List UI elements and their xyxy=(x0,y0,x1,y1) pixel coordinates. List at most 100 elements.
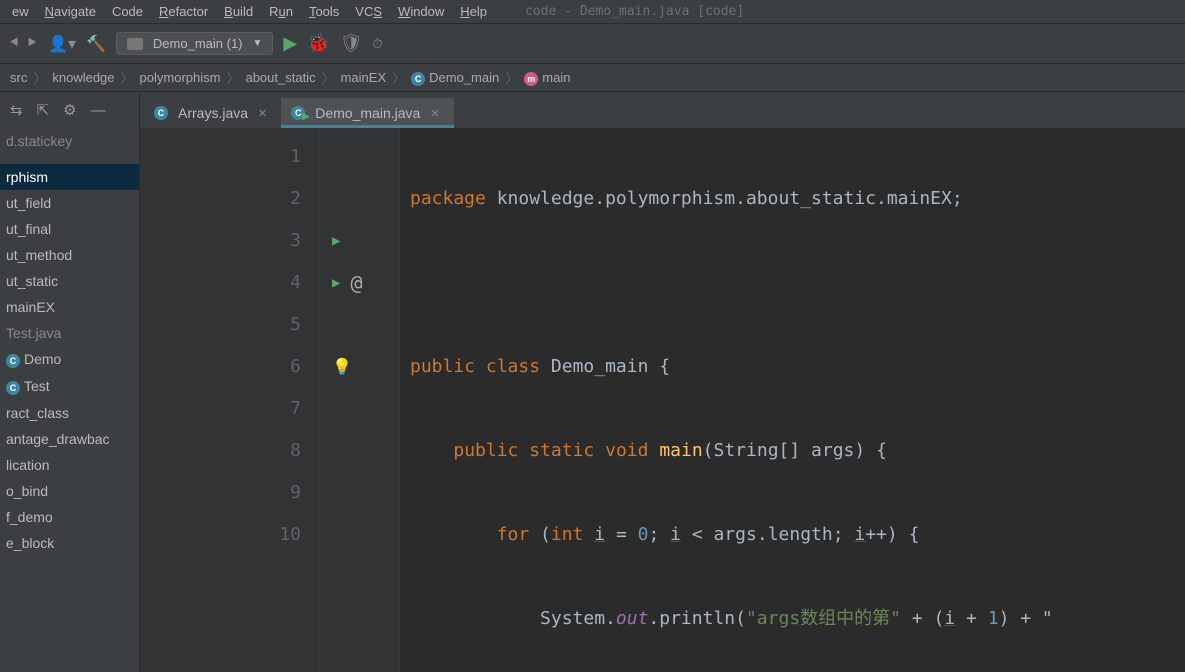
build-icon[interactable]: 🔨 xyxy=(86,34,106,54)
tree-node[interactable]: rphism xyxy=(0,164,139,190)
menu-help[interactable]: Help xyxy=(452,2,495,21)
tree-node[interactable]: ract_class xyxy=(0,400,139,426)
gutter-markers: ▶ ▶@ 💡 xyxy=(320,128,400,672)
tree-node-label: antage_drawbac xyxy=(6,431,110,447)
tree-node[interactable]: lication xyxy=(0,452,139,478)
crumb-knowledge[interactable]: knowledge xyxy=(48,70,118,85)
tree-node-label: ut_static xyxy=(6,273,58,289)
crumb-mainex[interactable]: mainEX xyxy=(337,70,391,85)
crumb-src[interactable]: src xyxy=(6,70,31,85)
menu-vcs[interactable]: VCS xyxy=(347,2,390,21)
tree-node-label: ut_field xyxy=(6,195,51,211)
run-line-icon[interactable]: ▶ xyxy=(332,220,340,262)
main-area: ⇆ ⇱ ⚙ — d.statickey rphism ut_field ut_fin… xyxy=(0,92,1185,672)
tree-node-label: ut_final xyxy=(6,221,51,237)
tree-node[interactable]: ut_field xyxy=(0,190,139,216)
tab-label: Arrays.java xyxy=(178,105,248,121)
tab-label: Demo_main.java xyxy=(315,105,420,121)
editor-tabs: C Arrays.java ✕ ▶C Demo_main.java ✕ xyxy=(140,92,1185,128)
tree-node-label: Test.java xyxy=(6,325,61,341)
code-content[interactable]: package knowledge.polymorphism.about_sta… xyxy=(400,128,1053,672)
tree-node-label: f_demo xyxy=(6,509,53,525)
line-number[interactable]: 4 xyxy=(140,262,301,304)
close-icon[interactable]: ✕ xyxy=(430,107,439,120)
tree-node-label: e_block xyxy=(6,535,54,551)
override-icon[interactable]: @ xyxy=(350,262,362,304)
crumb-method[interactable]: mmain xyxy=(520,70,574,86)
menu-build[interactable]: Build xyxy=(216,2,261,21)
class-icon: C xyxy=(6,354,20,368)
menu-navigate[interactable]: Navigate xyxy=(37,2,104,21)
menu-view[interactable]: ew xyxy=(4,2,37,21)
code-editor[interactable]: 1 2 3 4 5 6 7 8 9 10 ▶ ▶@ 💡 package kno xyxy=(140,128,1185,672)
method-icon: m xyxy=(524,72,538,86)
editor-area: C Arrays.java ✕ ▶C Demo_main.java ✕ 1 2 … xyxy=(140,92,1185,672)
class-icon: C xyxy=(6,381,20,395)
tree-node[interactable]: mainEX xyxy=(0,294,139,320)
collapse-icon[interactable]: ⇱ xyxy=(37,101,50,119)
tree-node[interactable]: ut_static xyxy=(0,268,139,294)
tree-node[interactable]: d.statickey xyxy=(0,128,139,154)
line-number[interactable]: 8 xyxy=(140,430,301,472)
tree-node-label: ract_class xyxy=(6,405,69,421)
tree-node-label: ut_method xyxy=(6,247,72,263)
tree-node-label: lication xyxy=(6,457,50,473)
project-toolbar: ⇆ ⇱ ⚙ — xyxy=(0,92,139,128)
run-icon[interactable]: ▶ xyxy=(283,33,297,54)
menu-bar: ew Navigate Code Refactor Build Run Tool… xyxy=(0,0,1185,24)
user-icon[interactable]: 👤▾ xyxy=(48,34,76,54)
crumb-about-static[interactable]: about_static xyxy=(241,70,319,85)
profiler-icon[interactable]: ⏱ xyxy=(373,36,383,52)
line-number[interactable]: 7 xyxy=(140,388,301,430)
config-icon xyxy=(127,38,143,50)
run-config-selector[interactable]: Demo_main (1) ▼ xyxy=(116,32,274,55)
menu-run[interactable]: Run xyxy=(261,2,301,21)
menu-window[interactable]: Window xyxy=(390,2,452,21)
tab-arrays[interactable]: C Arrays.java ✕ xyxy=(144,98,281,128)
menu-refactor[interactable]: Refactor xyxy=(151,2,216,21)
breadcrumb-bar: src〉 knowledge〉 polymorphism〉 about_stat… xyxy=(0,64,1185,92)
tree-node[interactable]: Test.java xyxy=(0,320,139,346)
scroll-from-icon[interactable]: ⇆ xyxy=(10,101,23,119)
settings-icon[interactable]: ⚙ xyxy=(63,101,76,119)
tree-node-label: Test xyxy=(24,378,50,394)
intention-bulb-icon[interactable]: 💡 xyxy=(332,346,352,388)
line-number[interactable]: 6 xyxy=(140,346,301,388)
tree-node[interactable]: ut_final xyxy=(0,216,139,242)
line-number[interactable]: 1 xyxy=(140,136,301,178)
chevron-down-icon: ▼ xyxy=(253,38,263,49)
debug-icon[interactable]: 🐞 xyxy=(307,33,329,54)
line-number[interactable]: 9 xyxy=(140,472,301,514)
nav-arrows[interactable]: ⯇ ⯈ xyxy=(8,35,38,53)
close-icon[interactable]: ✕ xyxy=(258,107,267,120)
tree-node-label: Demo xyxy=(24,351,61,367)
project-sidebar: ⇆ ⇱ ⚙ — d.statickey rphism ut_field ut_fin… xyxy=(0,92,140,672)
line-number[interactable]: 5 xyxy=(140,304,301,346)
tree-node-label: o_bind xyxy=(6,483,48,499)
menu-tools[interactable]: Tools xyxy=(301,2,347,21)
menu-code[interactable]: Code xyxy=(104,2,151,21)
tree-node[interactable]: C Demo xyxy=(0,346,139,373)
class-icon: C xyxy=(154,106,168,120)
tree-node[interactable]: C Test xyxy=(0,373,139,400)
tab-demo-main[interactable]: ▶C Demo_main.java ✕ xyxy=(281,98,453,128)
main-toolbar: ⯇ ⯈ 👤▾ 🔨 Demo_main (1) ▼ ▶ 🐞 🛡 ⏱ xyxy=(0,24,1185,64)
crumb-polymorphism[interactable]: polymorphism xyxy=(136,70,225,85)
class-icon: ▶C xyxy=(291,106,305,120)
line-gutter[interactable]: 1 2 3 4 5 6 7 8 9 10 xyxy=(140,128,320,672)
crumb-class[interactable]: CDemo_main xyxy=(407,70,503,86)
line-number[interactable]: 3 xyxy=(140,220,301,262)
tree-node[interactable]: o_bind xyxy=(0,478,139,504)
tree-node-label: mainEX xyxy=(6,299,55,315)
coverage-icon[interactable]: 🛡 xyxy=(340,33,363,54)
tree-node[interactable]: e_block xyxy=(0,530,139,556)
tree-node[interactable]: f_demo xyxy=(0,504,139,530)
project-tree[interactable]: d.statickey rphism ut_field ut_final ut_met… xyxy=(0,128,139,556)
tree-node-label: rphism xyxy=(6,169,48,185)
hide-icon[interactable]: — xyxy=(91,102,106,119)
line-number[interactable]: 2 xyxy=(140,178,301,220)
tree-node[interactable]: antage_drawbac xyxy=(0,426,139,452)
line-number[interactable]: 10 xyxy=(140,514,301,556)
tree-node[interactable]: ut_method xyxy=(0,242,139,268)
run-line-icon[interactable]: ▶ xyxy=(332,262,340,304)
